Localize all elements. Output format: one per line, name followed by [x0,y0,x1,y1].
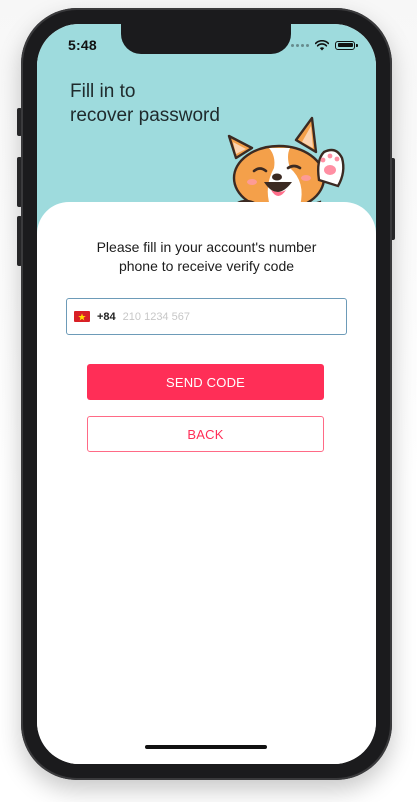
vietnam-flag-icon[interactable] [74,311,90,322]
page-title-line-1: Fill in to [70,81,136,102]
status-icons [291,39,358,51]
back-button[interactable]: BACK [87,416,324,452]
send-code-button[interactable]: SEND CODE [87,364,324,400]
signal-dots-icon [291,43,309,47]
wifi-icon [315,39,329,50]
status-time: 5:48 [68,37,97,53]
instruction-line-2: phone to receive verify code [118,258,295,274]
instruction-line-1: Please fill in your account's number [96,239,317,255]
phone-screen: 5:48 Fill in to recover password Please … [37,24,376,764]
home-indicator[interactable] [145,745,267,749]
battery-icon [335,40,358,50]
corgi-waving-illustration [227,116,345,216]
form-card: Please fill in your account's number pho… [37,202,376,764]
mockup-canvas: 5:48 Fill in to recover password Please … [0,0,417,802]
instruction-text: Please fill in your account's number pho… [57,238,356,276]
phone-number-field[interactable]: +84 [66,298,347,335]
country-dial-code[interactable]: +84 [97,311,116,323]
camera-notch [121,24,291,54]
phone-number-input[interactable] [122,310,313,323]
